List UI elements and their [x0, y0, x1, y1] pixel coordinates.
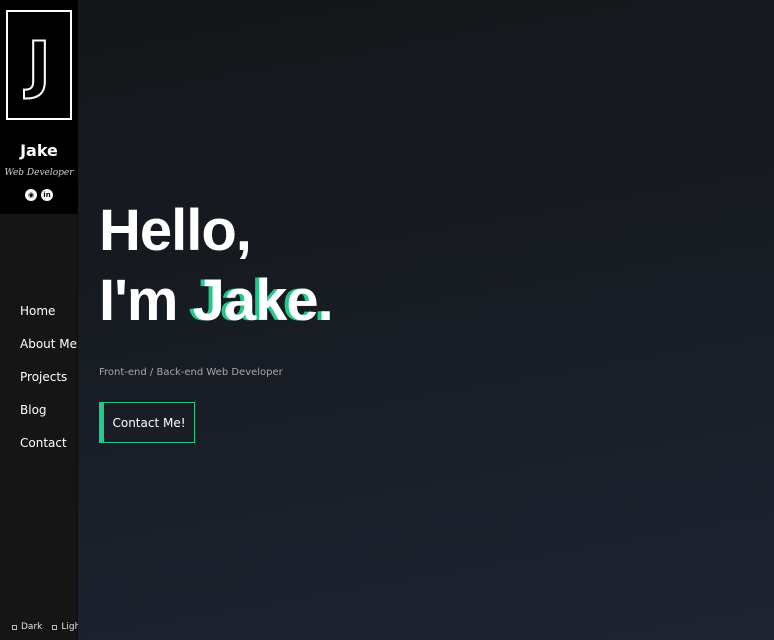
profile-card: J Jake Web Developer ◉ in: [0, 0, 78, 214]
hero-section: Hello, I'm Jake. Front-end / Back-end We…: [78, 0, 774, 640]
github-icon[interactable]: ◉: [25, 189, 37, 201]
nav-item-blog[interactable]: Blog: [20, 402, 77, 435]
social-links: ◉ in: [0, 189, 78, 201]
theme-light-checkbox[interactable]: [52, 624, 58, 630]
hero-intro-name: Jake.: [192, 268, 334, 333]
nav-item-home[interactable]: Home: [20, 303, 77, 336]
nav-item-about-me[interactable]: About Me: [20, 336, 77, 369]
profile-role: Web Developer: [4, 168, 74, 178]
sidebar: J Jake Web Developer ◉ in Home About Me …: [0, 0, 84, 640]
main-nav: Home About Me Projects Blog Contact: [20, 303, 77, 468]
linkedin-icon[interactable]: in: [41, 189, 53, 201]
hero-intro-prefix: I'm: [99, 268, 193, 333]
hero-intro: I'm Jake.: [99, 266, 334, 336]
logo-letter: J: [26, 28, 51, 101]
theme-dark-option[interactable]: Dark: [12, 622, 42, 632]
contact-me-button[interactable]: Contact Me!: [99, 402, 195, 443]
logo[interactable]: J: [6, 10, 72, 120]
hero-greeting: Hello,: [99, 198, 252, 263]
profile-name: Jake: [20, 141, 58, 160]
nav-item-contact[interactable]: Contact: [20, 435, 77, 468]
theme-switcher: Dark Light: [12, 622, 84, 632]
nav-item-projects[interactable]: Projects: [20, 369, 77, 402]
theme-dark-label: Dark: [21, 622, 43, 632]
theme-dark-checkbox[interactable]: [12, 624, 17, 630]
hero-subtitle: Front-end / Back-end Web Developer: [99, 367, 283, 378]
